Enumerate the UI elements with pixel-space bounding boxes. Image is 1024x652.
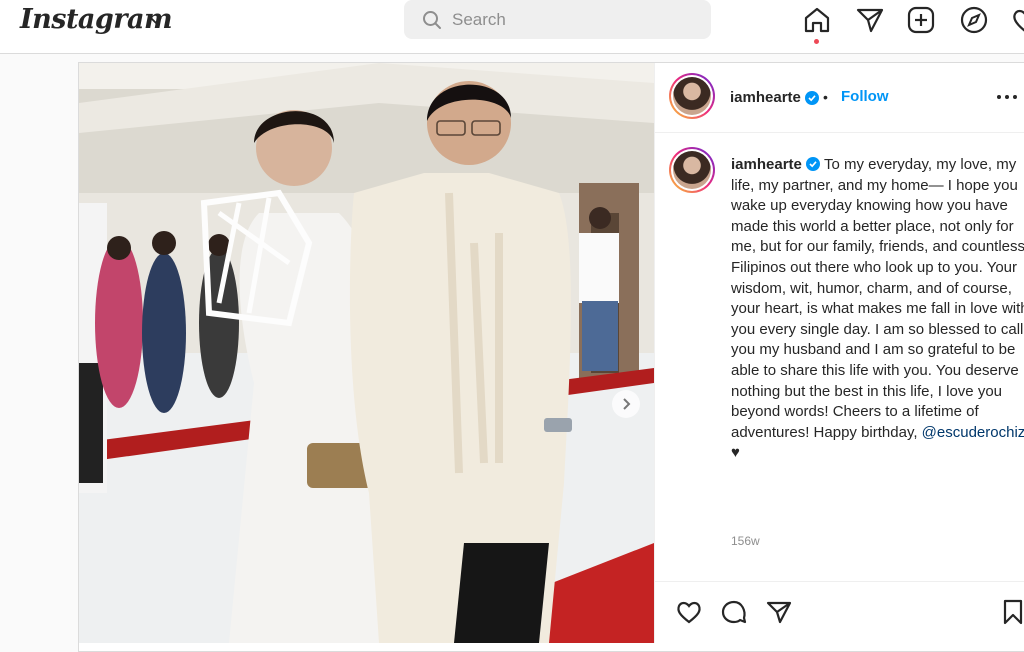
save-bookmark-icon[interactable] — [999, 598, 1024, 626]
direct-message-icon[interactable] — [855, 5, 885, 35]
post-card: iamhearte • Follow iamhearte To my every… — [78, 62, 1024, 652]
heart-emoji: ♥ — [731, 444, 740, 462]
new-post-icon[interactable] — [906, 5, 936, 35]
home-icon[interactable] — [802, 5, 832, 35]
notification-dot — [814, 39, 819, 44]
post-image — [79, 63, 654, 643]
avatar[interactable] — [669, 73, 715, 119]
search-box[interactable] — [404, 0, 711, 39]
activity-icon[interactable] — [1010, 5, 1024, 35]
like-icon[interactable] — [675, 598, 703, 626]
next-photo-button[interactable] — [612, 390, 640, 418]
explore-icon[interactable] — [959, 5, 989, 35]
follow-button[interactable]: Follow — [841, 88, 889, 105]
verified-badge-icon — [805, 91, 819, 105]
top-navigation-bar: Instagram — [0, 0, 1024, 54]
post-author-username[interactable]: iamhearte — [730, 89, 801, 106]
verified-badge-icon — [806, 157, 821, 171]
post-actions — [655, 581, 1024, 643]
chevron-down-icon[interactable] — [148, 12, 164, 28]
search-input[interactable] — [452, 0, 702, 39]
post-timestamp[interactable]: 156w — [731, 534, 760, 548]
post-photo[interactable] — [79, 63, 654, 643]
chevron-right-icon — [623, 398, 631, 410]
caption-avatar[interactable] — [669, 147, 715, 193]
share-icon[interactable] — [765, 598, 793, 626]
more-options-icon[interactable] — [995, 87, 1019, 107]
search-icon — [423, 11, 441, 29]
mention-link[interactable]: @escuderochiz — [922, 424, 1024, 441]
caption-username[interactable]: iamhearte — [731, 156, 802, 173]
caption-text: To my everyday, my love, my life, my par… — [731, 156, 1024, 441]
post-header: iamhearte • Follow — [655, 63, 1024, 133]
separator-dot: • — [823, 89, 828, 105]
post-sidebar: iamhearte • Follow iamhearte To my every… — [654, 63, 1024, 643]
post-caption: iamhearte To my everyday, my love, my li… — [731, 155, 1024, 464]
comment-icon[interactable] — [720, 598, 748, 626]
